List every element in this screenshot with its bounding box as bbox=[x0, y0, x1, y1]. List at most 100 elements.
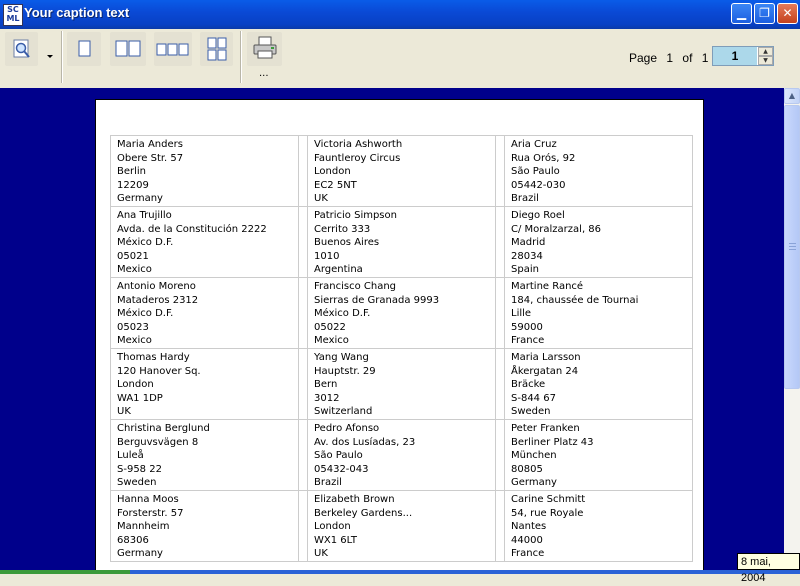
minimize-icon: ▁ bbox=[736, 6, 747, 20]
address-line: México D.F. bbox=[314, 308, 371, 320]
label-gap bbox=[496, 136, 505, 206]
scrollbar-grip bbox=[789, 246, 796, 247]
page-down-button[interactable]: ▼ bbox=[758, 56, 773, 65]
print-button[interactable] bbox=[247, 32, 282, 66]
address-line: Madrid bbox=[511, 237, 546, 249]
address-line: Germany bbox=[511, 477, 557, 489]
label-gap bbox=[496, 207, 505, 277]
address-line: Fauntleroy Circus bbox=[314, 152, 401, 164]
address-line: UK bbox=[117, 406, 131, 418]
address-line: Antonio Moreno bbox=[117, 281, 196, 292]
four-pages-button[interactable] bbox=[200, 32, 233, 66]
address-label: Maria Anders Obere Str. 57 Berlin 12209 Germ… bbox=[111, 136, 299, 206]
restore-icon: ❐ bbox=[759, 6, 770, 20]
address-label: Victoria Ashworth Fauntleroy Circus London… bbox=[308, 136, 496, 206]
address-line: Mexico bbox=[117, 264, 152, 276]
address-line: S-844 67 bbox=[511, 392, 556, 404]
address-label: Yang Wang Hauptstr. 29 Bern 3012 Switzerland bbox=[308, 349, 496, 419]
close-button[interactable]: ✕ bbox=[777, 3, 798, 24]
address-label: Hanna Moos Forsterstr. 57 Mannheim 68306 Ger… bbox=[111, 491, 299, 561]
address-line: C/ Moralzarzal, 86 bbox=[511, 223, 602, 235]
label-gap bbox=[496, 349, 505, 419]
two-pages-button[interactable] bbox=[110, 32, 146, 66]
address-label: Pedro Afonso Av. dos Lusíadas, 23 São Paul… bbox=[308, 420, 496, 490]
address-label: Martine Rancé 184, chaussée de Tournai Lil… bbox=[505, 278, 693, 348]
address-line: 05022 bbox=[314, 321, 346, 333]
taskbar-start-strip bbox=[0, 570, 130, 574]
vertical-scrollbar[interactable]: ▲ bbox=[784, 88, 800, 570]
page-number-input[interactable] bbox=[713, 47, 757, 65]
page-up-button[interactable]: ▲ bbox=[758, 47, 773, 56]
address-line: Yang Wang bbox=[314, 352, 369, 363]
toolbar: ... Page 1 of 1 ▲ ▼ bbox=[0, 29, 800, 88]
label-gap bbox=[496, 420, 505, 490]
zoom-dropdown-button[interactable] bbox=[41, 32, 59, 66]
address-label: Thomas Hardy 120 Hanover Sq. London WA1 1DP… bbox=[111, 349, 299, 419]
restore-button[interactable]: ❐ bbox=[754, 3, 775, 24]
address-line: Obere Str. 57 bbox=[117, 152, 184, 164]
address-line: 44000 bbox=[511, 534, 543, 546]
app-icon: SC ML bbox=[3, 4, 23, 26]
zoom-button[interactable] bbox=[5, 32, 38, 66]
label-gap bbox=[299, 136, 308, 206]
preview-page: Maria Anders Obere Str. 57 Berlin 12209 Germ… bbox=[95, 99, 704, 570]
scroll-up-button[interactable]: ▲ bbox=[784, 88, 800, 104]
address-line: Sweden bbox=[511, 406, 551, 418]
address-line: 80805 bbox=[511, 463, 543, 475]
address-line: UK bbox=[314, 193, 328, 205]
address-line: Mataderos 2312 bbox=[117, 294, 199, 306]
address-line: Switzerland bbox=[314, 406, 373, 418]
dropdown-arrow-icon bbox=[47, 55, 53, 58]
address-line: Diego Roel bbox=[511, 210, 565, 221]
address-label: Diego Roel C/ Moralzarzal, 86 Madrid 28034 S… bbox=[505, 207, 693, 277]
spin-down-icon: ▼ bbox=[763, 57, 768, 64]
address-label: Antonio Moreno Mataderos 2312 México D.F. 0… bbox=[111, 278, 299, 348]
page-current: 1 bbox=[666, 51, 674, 65]
address-line: France bbox=[511, 335, 545, 347]
address-line: 59000 bbox=[511, 321, 543, 333]
label-gap bbox=[299, 278, 308, 348]
label-gap bbox=[299, 207, 308, 277]
address-line: Peter Franken bbox=[511, 423, 580, 434]
address-line: São Paulo bbox=[511, 166, 560, 178]
address-line: 05023 bbox=[117, 321, 149, 333]
close-icon: ✕ bbox=[782, 6, 793, 20]
address-line: Thomas Hardy bbox=[117, 352, 190, 363]
address-line: Elizabeth Brown bbox=[314, 494, 395, 505]
address-line: Cerrito 333 bbox=[314, 223, 371, 235]
address-label: Carine Schmitt 54, rue Royale Nantes 44000 F… bbox=[505, 491, 693, 561]
address-line: Maria Larsson bbox=[511, 352, 581, 363]
three-pages-button[interactable] bbox=[154, 32, 192, 66]
address-line: Pedro Afonso bbox=[314, 423, 380, 434]
address-line: Sierras de Granada 9993 bbox=[314, 294, 440, 306]
address-line: Bern bbox=[314, 379, 338, 391]
of-word: of bbox=[682, 51, 693, 65]
address-line: México D.F. bbox=[117, 237, 174, 249]
address-line: Francisco Chang bbox=[314, 281, 397, 292]
address-line: Berlin bbox=[117, 166, 147, 178]
address-line: London bbox=[117, 379, 154, 391]
one-page-button[interactable] bbox=[67, 32, 101, 66]
label-gap bbox=[299, 420, 308, 490]
label-gap bbox=[496, 278, 505, 348]
address-line: 120 Hanover Sq. bbox=[117, 365, 201, 377]
print-button-caption: ... bbox=[259, 68, 269, 79]
address-line: Victoria Ashworth bbox=[314, 139, 403, 150]
address-label: Patricio Simpson Cerrito 333 Buenos Aires 1… bbox=[308, 207, 496, 277]
minimize-button[interactable]: ▁ bbox=[731, 3, 752, 24]
address-line: Patricio Simpson bbox=[314, 210, 397, 221]
page-number-stepper: ▲ ▼ bbox=[712, 46, 774, 66]
address-line: 184, chaussée de Tournai bbox=[511, 294, 639, 306]
scrollbar-thumb[interactable] bbox=[784, 105, 800, 389]
print-preview-area[interactable]: Maria Anders Obere Str. 57 Berlin 12209 Germ… bbox=[0, 88, 784, 570]
label-gap bbox=[496, 491, 505, 561]
address-line: EC2 5NT bbox=[314, 179, 357, 191]
address-line: Mexico bbox=[117, 335, 152, 347]
printer-icon bbox=[253, 36, 276, 59]
address-line: Buenos Aires bbox=[314, 237, 380, 249]
scrollbar-grip bbox=[789, 243, 796, 244]
address-line: 54, rue Royale bbox=[511, 507, 584, 519]
four-pages-icon bbox=[207, 37, 226, 61]
address-line: Spain bbox=[511, 264, 539, 276]
address-line: Brazil bbox=[511, 193, 539, 205]
